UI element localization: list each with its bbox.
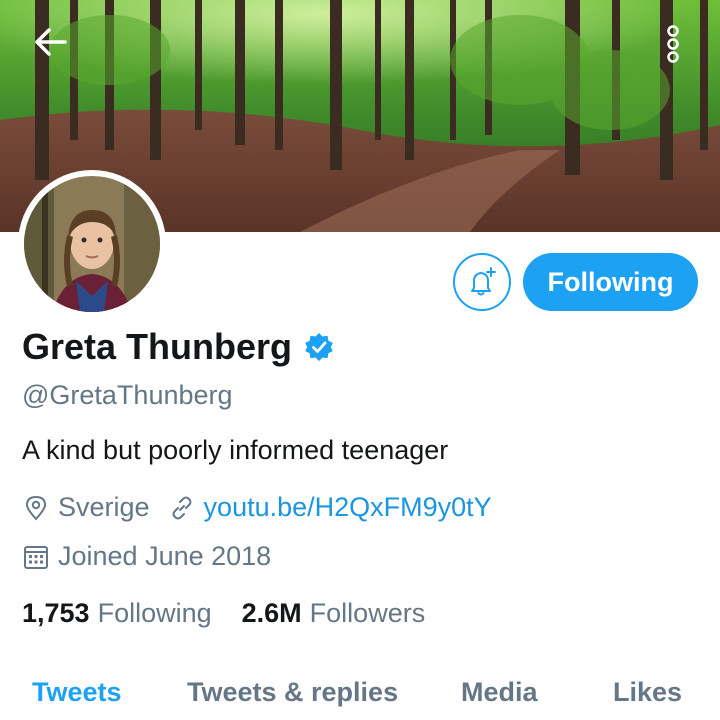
profile-name: Greta Thunberg	[22, 326, 293, 367]
followers-stat[interactable]: 2.6M Followers	[242, 598, 426, 629]
arrow-left-icon	[35, 28, 67, 56]
more-options-button[interactable]	[658, 18, 688, 70]
following-label: Following	[97, 598, 212, 628]
back-button[interactable]	[30, 22, 70, 62]
location-website-row: Sverige youtu.be/H2QxFM9y0tY	[22, 492, 492, 523]
notifications-button[interactable]	[453, 253, 511, 311]
tab-tweets-and-replies[interactable]: Tweets & replies	[187, 677, 398, 708]
joined-row: Joined June 2018	[22, 541, 271, 572]
verified-badge-icon	[305, 333, 333, 361]
profile-name-row: Greta Thunberg	[22, 326, 334, 368]
avatar[interactable]	[18, 170, 166, 318]
profile-bio: A kind but poorly informed teenager	[22, 435, 449, 465]
link-icon	[172, 496, 192, 519]
tab-tweets[interactable]: Tweets	[32, 677, 122, 708]
following-button[interactable]: Following	[523, 253, 698, 311]
profile-website-link[interactable]: youtu.be/H2QxFM9y0tY	[204, 492, 492, 523]
followers-count: 2.6M	[241, 598, 302, 628]
following-stat[interactable]: 1,753 Following	[22, 598, 212, 629]
avatar-image	[24, 176, 160, 312]
tab-likes[interactable]: Likes	[613, 677, 682, 708]
profile-location: Sverige	[58, 492, 150, 522]
profile-handle: @GretaThunberg	[22, 380, 233, 410]
location-pin-icon	[25, 495, 47, 520]
more-vertical-icon	[667, 25, 679, 63]
follow-stats: 1,753 Following 2.6M Followers	[22, 598, 425, 629]
followers-label: Followers	[309, 598, 426, 628]
profile-joined-date: Joined June 2018	[58, 541, 272, 571]
bell-plus-icon	[471, 267, 496, 296]
following-count: 1,753	[22, 598, 90, 628]
tab-media[interactable]: Media	[461, 677, 538, 708]
calendar-icon	[24, 545, 48, 569]
profile-tabs: Tweets Tweets & replies Media Likes	[0, 677, 720, 720]
